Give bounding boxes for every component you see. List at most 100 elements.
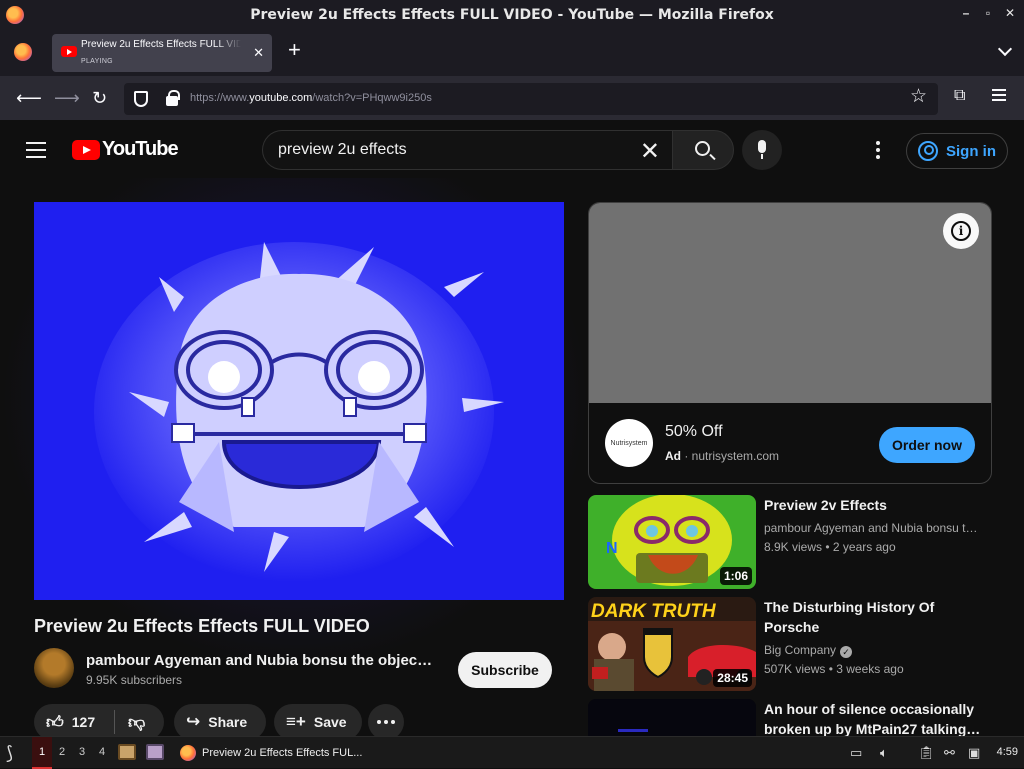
channel-name[interactable]: pambour Agyeman and Nubia bonsu the obje… <box>86 652 436 669</box>
recommendation-title[interactable]: The Disturbing History Of Porsche <box>764 597 984 637</box>
playlist-add-icon: ≡+ <box>286 712 306 731</box>
window-manager-icon[interactable] <box>146 744 164 760</box>
youtube-favicon-icon <box>61 46 77 57</box>
back-button[interactable]: ⟵ <box>16 88 42 108</box>
search-input[interactable]: preview 2u effects ✕ <box>262 130 672 170</box>
account-circle-icon <box>918 141 938 161</box>
settings-kebab-icon[interactable] <box>876 141 880 162</box>
ad-brand-logo[interactable]: Nutrisystem <box>605 419 653 467</box>
video-thumbnail[interactable]: DARK TRUTH 28:45 <box>588 597 756 691</box>
thumbnail-image <box>588 699 756 736</box>
like-count[interactable]: 127 <box>72 714 95 730</box>
recommendation-item[interactable]: DARK TRUTH 28:45 The Disturbing History … <box>588 597 998 691</box>
window-controls: – ▫ ✕ <box>960 6 1016 20</box>
workspace-3[interactable]: 3 <box>72 737 92 769</box>
bookmark-star-icon[interactable]: ☆ <box>910 87 927 107</box>
save-label: Save <box>313 714 347 730</box>
ad-brand-text: Nutrisystem <box>610 439 648 447</box>
share-button[interactable]: ↪ Share <box>174 704 266 736</box>
tab-strip: Preview 2u Effects Effects FULL VIDEO - … <box>0 30 1024 76</box>
thumbs-up-icon[interactable]: 👍︎ <box>46 712 64 733</box>
share-label: Share <box>208 714 248 730</box>
recommendation-channel[interactable]: pambour Agyeman and Nubia bonsu the obje… <box>764 521 984 535</box>
like-dislike-group: 👍︎ 127 👎︎ <box>34 704 164 736</box>
taskbar-clock: 4:59 <box>996 746 1018 758</box>
ad-media[interactable] <box>589 203 991 403</box>
desktop-taskbar: ⟆ 1 2 3 4 Preview 2u Effects Effects FUL… <box>0 736 1024 769</box>
order-now-button[interactable]: Order now <box>879 427 975 463</box>
tracking-protection-shield-icon[interactable] <box>134 91 148 107</box>
microphone-stand <box>761 154 763 159</box>
minimize-button[interactable]: – <box>960 6 972 20</box>
drive-icon[interactable]: ▭ <box>850 745 862 761</box>
recommendation-title[interactable]: An hour of silence occasionally broken u… <box>764 699 984 736</box>
search-button[interactable] <box>672 130 734 170</box>
video-owner: pambour Agyeman and Nubia bonsu the obje… <box>34 648 564 692</box>
sign-in-label: Sign in <box>946 142 996 160</box>
channel-avatar[interactable] <box>34 648 74 688</box>
upload-age: 3 weeks ago <box>836 662 904 676</box>
ad-card[interactable]: i Nutrisystem 50% Off Ad · nutrisystem.c… <box>588 202 992 484</box>
system-tray-app-icon[interactable]: ▣ <box>968 745 980 761</box>
forward-button[interactable]: ⟶ <box>54 88 80 108</box>
tab-playing-status[interactable]: PLAYING <box>81 58 113 65</box>
firefox-view-icon[interactable] <box>14 43 32 61</box>
ad-headline[interactable]: 50% Off <box>665 423 723 441</box>
recommendation-channel[interactable]: Big Company ✓ <box>764 643 984 658</box>
youtube-masthead: YouTube preview 2u effects ✕ Sign in <box>0 120 1024 178</box>
video-player[interactable] <box>34 202 564 600</box>
tab-close-icon[interactable]: ✕ <box>253 45 264 61</box>
workspace-4[interactable]: 4 <box>92 737 112 769</box>
save-button[interactable]: ≡+ Save <box>274 704 362 736</box>
app-menu-hamburger-icon[interactable] <box>992 89 1006 104</box>
close-window-button[interactable]: ✕ <box>1004 6 1016 20</box>
more-actions-icon[interactable] <box>368 704 404 736</box>
new-tab-button[interactable]: + <box>288 39 301 61</box>
browser-tab[interactable]: Preview 2u Effects Effects FULL VIDEO - … <box>52 34 272 72</box>
video-frame <box>34 202 564 600</box>
subscribe-button[interactable]: Subscribe <box>458 652 552 688</box>
ad-meta: Ad · nutrisystem.com <box>665 449 780 463</box>
tab-list-chevron-icon[interactable] <box>997 41 1013 57</box>
start-menu-icon[interactable]: ⟆ <box>6 743 13 764</box>
extensions-puzzle-icon[interactable]: ⧉ <box>954 87 965 105</box>
volume-icon[interactable]: 🔈︎ <box>880 745 888 761</box>
youtube-logo[interactable]: YouTube <box>72 138 179 161</box>
clear-search-icon[interactable]: ✕ <box>640 137 660 166</box>
workspace-2[interactable]: 2 <box>52 737 72 769</box>
view-count: 507K views <box>764 662 826 676</box>
taskbar-firefox-task[interactable]: Preview 2u Effects Effects FUL... <box>180 745 362 761</box>
clipboard-icon[interactable]: 📋︎ <box>918 745 935 761</box>
ad-info-button[interactable]: i <box>943 213 979 249</box>
recommendation-stats: 507K views • 3 weeks ago <box>764 662 904 676</box>
upload-age: 2 years ago <box>832 540 896 554</box>
workspace-1[interactable]: 1 <box>32 737 52 769</box>
maximize-button[interactable]: ▫ <box>982 6 994 20</box>
thumbnail-overlay-text: DARK TRUTH <box>591 601 717 622</box>
reload-button[interactable]: ↻ <box>92 88 107 108</box>
video-thumbnail[interactable] <box>588 699 756 736</box>
channel-name-text: Big Company <box>764 643 837 657</box>
video-thumbnail[interactable]: N 1:06 <box>588 495 756 589</box>
lock-icon[interactable] <box>166 90 180 106</box>
url-text[interactable]: https://www.youtube.com/watch?v=PHqww9i2… <box>190 92 432 104</box>
url-bar[interactable]: https://www.youtube.com/watch?v=PHqww9i2… <box>124 83 938 115</box>
search-query-text[interactable]: preview 2u effects <box>278 141 407 159</box>
thumbs-down-icon[interactable]: 👎︎ <box>128 712 145 733</box>
like-divider <box>114 710 115 734</box>
task-title: Preview 2u Effects Effects FUL... <box>202 747 363 759</box>
search-icon <box>695 141 710 156</box>
file-manager-icon[interactable] <box>118 744 136 760</box>
sign-in-button[interactable]: Sign in <box>906 133 1008 169</box>
guide-menu-icon[interactable] <box>26 142 46 163</box>
recommendation-item[interactable]: An hour of silence occasionally broken u… <box>588 699 998 736</box>
firefox-icon <box>6 6 24 24</box>
ad-domain: nutrisystem.com <box>691 449 780 463</box>
voice-search-button[interactable] <box>742 130 782 170</box>
ad-badge: Ad <box>665 449 681 463</box>
microphone-icon <box>758 140 766 153</box>
network-icon[interactable]: ⚯ <box>944 745 955 761</box>
window-title: Preview 2u Effects Effects FULL VIDEO - … <box>250 7 774 23</box>
recommendation-title[interactable]: Preview 2v Effects <box>764 495 984 515</box>
recommendation-item[interactable]: N 1:06 Preview 2v Effects pambour Agyema… <box>588 495 998 589</box>
